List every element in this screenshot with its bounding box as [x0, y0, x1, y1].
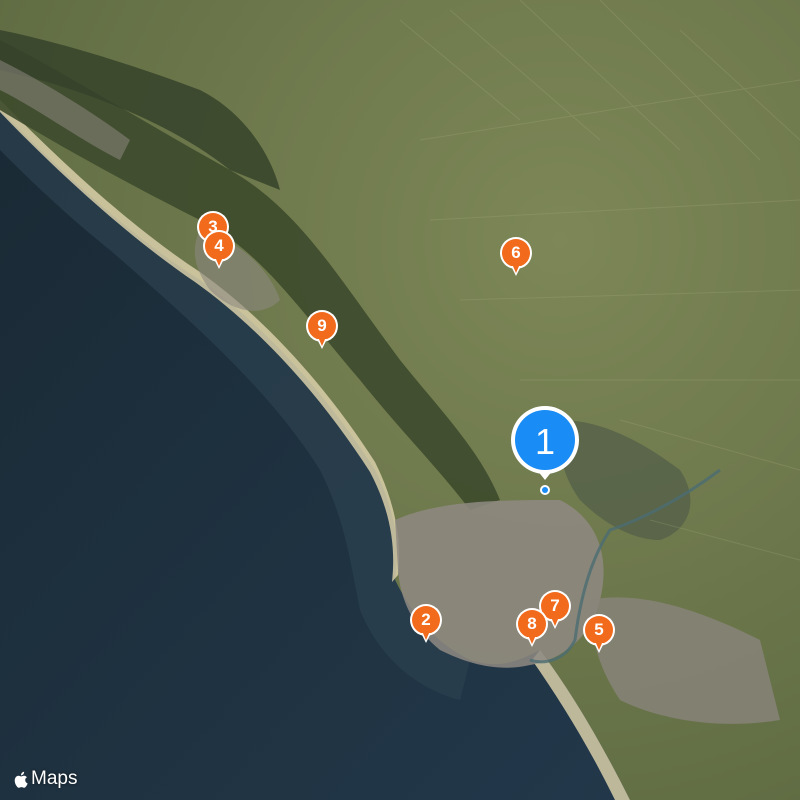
- location-marker-2[interactable]: 2: [408, 603, 444, 647]
- location-marker-6[interactable]: 6: [498, 236, 534, 280]
- location-marker-5[interactable]: 5: [581, 613, 617, 657]
- selected-location-marker[interactable]: 1: [507, 402, 583, 498]
- location-marker-8[interactable]: 8: [514, 607, 550, 651]
- map-view[interactable]: 1 2 3 4 5 6 7 8 9 Maps: [0, 0, 800, 800]
- location-marker-9[interactable]: 9: [304, 309, 340, 353]
- satellite-map-imagery[interactable]: [0, 0, 800, 800]
- maps-attribution-text: Maps: [31, 768, 78, 789]
- apple-logo-icon: [14, 771, 28, 788]
- maps-attribution[interactable]: Maps: [12, 766, 77, 792]
- location-marker-4[interactable]: 4: [201, 229, 237, 273]
